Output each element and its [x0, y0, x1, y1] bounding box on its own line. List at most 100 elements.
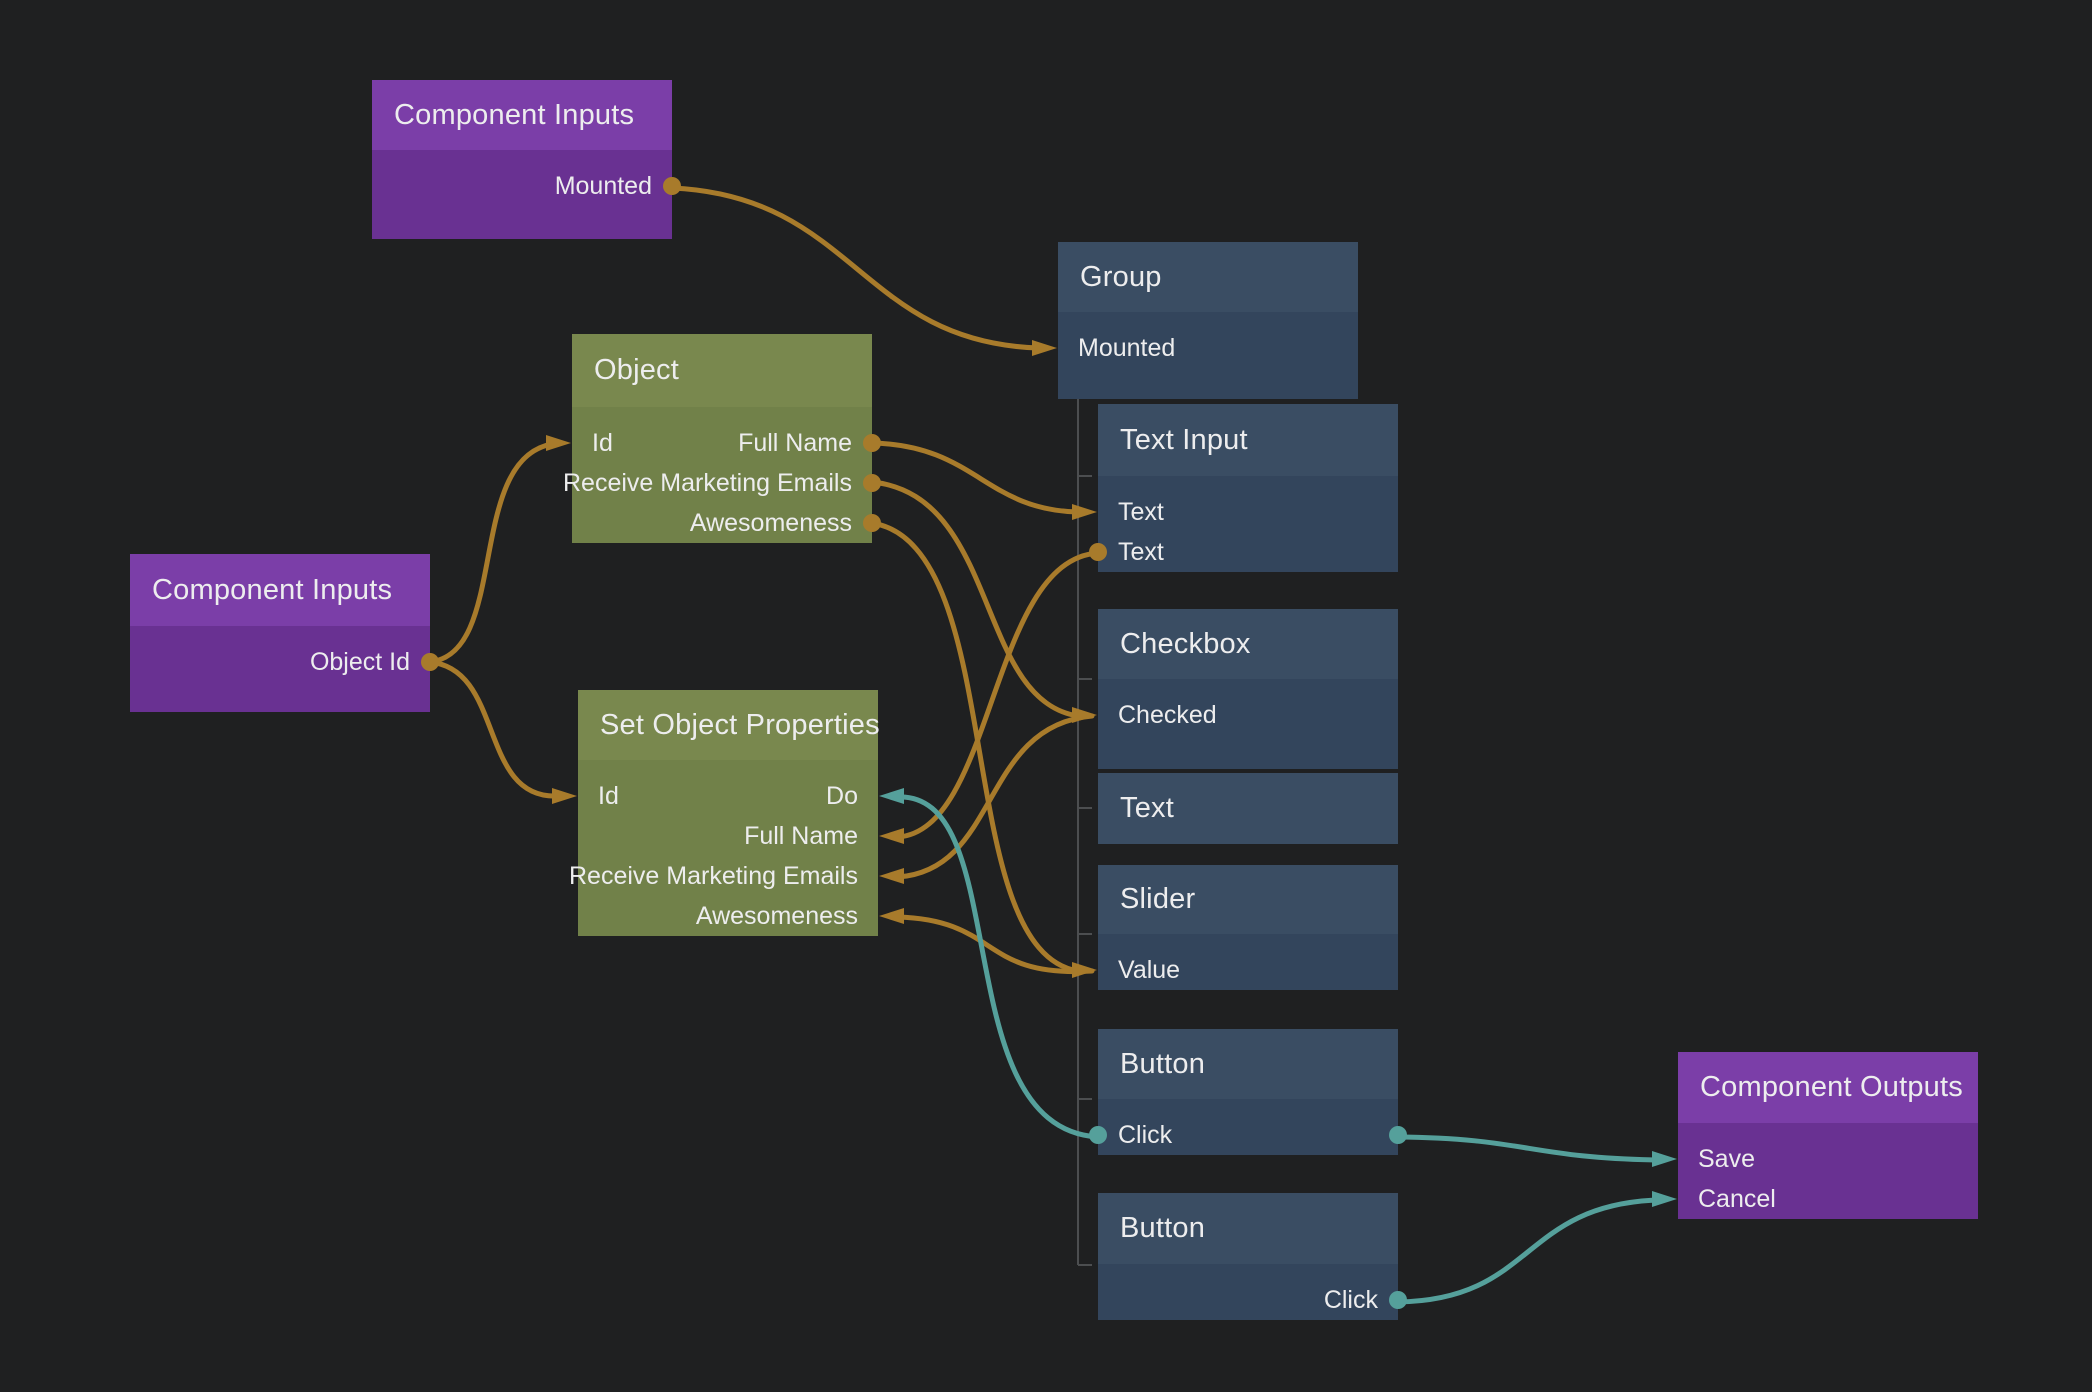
- node-slider[interactable]: Slider Value: [1098, 865, 1398, 1008]
- port-row: Awesomeness: [578, 896, 878, 936]
- edge-fullname-to-textinput[interactable]: [872, 443, 1078, 512]
- node-body: Click: [1098, 1264, 1398, 1320]
- node-header[interactable]: Set Object Properties: [578, 690, 878, 760]
- node-header[interactable]: Button: [1098, 1029, 1398, 1099]
- port-label: Save: [1698, 1145, 1755, 1174]
- output-port-dot[interactable]: [421, 653, 439, 671]
- output-port-dot[interactable]: [663, 177, 681, 195]
- node-header[interactable]: Checkbox: [1098, 609, 1398, 679]
- node-body: Value: [1098, 934, 1398, 990]
- edge-rme-to-checkbox[interactable]: [872, 482, 1078, 716]
- port-label: Do: [826, 782, 858, 811]
- node-title: Component Outputs: [1700, 1071, 1963, 1104]
- node-header[interactable]: Object: [572, 334, 872, 407]
- edge-mounted-to-group[interactable]: [672, 188, 1038, 348]
- node-button-1[interactable]: Button Click: [1098, 1029, 1398, 1172]
- node-header[interactable]: Component Outputs: [1678, 1052, 1978, 1123]
- input-port-arrow[interactable]: [552, 788, 577, 804]
- output-port-dot[interactable]: [863, 474, 881, 492]
- port-row: Mounted: [1058, 328, 1358, 368]
- node-body: Object Id: [130, 626, 430, 712]
- node-title: Button: [1120, 1212, 1205, 1245]
- port-label: Receive Marketing Emails: [563, 469, 852, 498]
- node-title: Slider: [1120, 883, 1195, 916]
- input-port-arrow[interactable]: [546, 435, 571, 451]
- node-text-input[interactable]: Text Input Text Text: [1098, 404, 1398, 588]
- flow-editor-canvas[interactable]: Component Inputs Mounted Group Mounted O…: [0, 0, 2092, 1392]
- port-row: Awesomeness: [572, 503, 872, 543]
- node-header[interactable]: Group: [1058, 242, 1358, 312]
- input-port-arrow[interactable]: [879, 868, 904, 884]
- port-row: Checked: [1098, 695, 1398, 735]
- node-header[interactable]: Slider: [1098, 865, 1398, 934]
- output-port-dot[interactable]: [1089, 1126, 1107, 1144]
- port-row: Save: [1678, 1139, 1978, 1179]
- output-port-dot[interactable]: [863, 514, 881, 532]
- node-header[interactable]: Component Inputs: [372, 80, 672, 150]
- port-label: Receive Marketing Emails: [569, 862, 858, 891]
- port-label: Text: [1118, 498, 1164, 527]
- node-body: Id Full Name Receive Marketing Emails Aw…: [572, 407, 872, 543]
- port-label: Click: [1324, 1286, 1378, 1315]
- port-label: Text: [1118, 538, 1164, 567]
- edge-button1-click-to-save[interactable]: [1398, 1137, 1658, 1160]
- port-row: Click: [1098, 1280, 1398, 1320]
- port-label: Full Name: [744, 822, 858, 851]
- port-row: Text: [1098, 492, 1398, 532]
- port-label: Mounted: [555, 172, 652, 201]
- input-port-arrow[interactable]: [1652, 1151, 1677, 1167]
- output-port-dot[interactable]: [863, 434, 881, 452]
- node-title: Component Inputs: [394, 99, 634, 132]
- node-header[interactable]: Component Inputs: [130, 554, 430, 626]
- port-label: Click: [1118, 1121, 1172, 1150]
- edge-textinput-to-sop-fullname[interactable]: [898, 553, 1098, 837]
- port-label: Id: [592, 429, 613, 458]
- port-row: Id Full Name: [572, 423, 872, 463]
- port-label: Mounted: [1078, 334, 1175, 363]
- node-title: Group: [1080, 261, 1162, 294]
- input-port-arrow[interactable]: [1652, 1191, 1677, 1207]
- node-header[interactable]: Text: [1098, 773, 1398, 844]
- port-label: Awesomeness: [696, 902, 858, 931]
- node-body: Id Do Full Name Receive Marketing Emails…: [578, 760, 878, 936]
- output-port-dot[interactable]: [1089, 543, 1107, 561]
- node-component-outputs[interactable]: Component Outputs Save Cancel: [1678, 1052, 1978, 1235]
- output-port-dot[interactable]: [1389, 1126, 1407, 1144]
- port-label: Object Id: [310, 648, 410, 677]
- node-text[interactable]: Text: [1098, 773, 1398, 844]
- node-title: Component Inputs: [152, 574, 392, 607]
- node-body: Checked: [1098, 679, 1398, 769]
- node-component-inputs-top[interactable]: Component Inputs Mounted: [372, 80, 672, 223]
- port-row: Click: [1098, 1115, 1398, 1155]
- node-body: Mounted: [372, 150, 672, 239]
- edge-objectid-to-object-id[interactable]: [429, 444, 552, 662]
- node-checkbox[interactable]: Checkbox Checked: [1098, 609, 1398, 753]
- input-port-arrow[interactable]: [1072, 504, 1097, 520]
- port-label: Id: [598, 782, 619, 811]
- input-port-arrow[interactable]: [879, 828, 904, 844]
- node-title: Text Input: [1120, 424, 1248, 457]
- port-row: Mounted: [372, 166, 672, 206]
- port-row: Receive Marketing Emails: [578, 856, 878, 896]
- input-port-arrow[interactable]: [1072, 962, 1097, 978]
- node-set-object-properties[interactable]: Set Object Properties Id Do Full Name Re…: [578, 690, 878, 954]
- input-port-arrow[interactable]: [1072, 707, 1097, 723]
- node-component-inputs-left[interactable]: Component Inputs Object Id: [130, 554, 430, 696]
- node-title: Set Object Properties: [600, 709, 880, 742]
- edge-checkbox-to-sop-rme[interactable]: [898, 716, 1092, 877]
- edge-objectid-to-sop-id[interactable]: [429, 662, 558, 796]
- port-label: Checked: [1118, 701, 1217, 730]
- node-button-2[interactable]: Button Click: [1098, 1193, 1398, 1336]
- node-object[interactable]: Object Id Full Name Receive Marketing Em…: [572, 334, 872, 559]
- node-header[interactable]: Button: [1098, 1193, 1398, 1264]
- edge-button2-click-to-cancel[interactable]: [1398, 1200, 1658, 1302]
- output-port-dot[interactable]: [1389, 1291, 1407, 1309]
- port-row: Full Name: [578, 816, 878, 856]
- input-port-arrow[interactable]: [879, 788, 904, 804]
- edge-slider-to-sop-awesomeness[interactable]: [898, 917, 1092, 972]
- node-group[interactable]: Group Mounted: [1058, 242, 1358, 383]
- input-port-arrow[interactable]: [879, 908, 904, 924]
- input-port-arrow[interactable]: [1032, 340, 1057, 356]
- node-header[interactable]: Text Input: [1098, 404, 1398, 476]
- node-title: Object: [594, 354, 679, 387]
